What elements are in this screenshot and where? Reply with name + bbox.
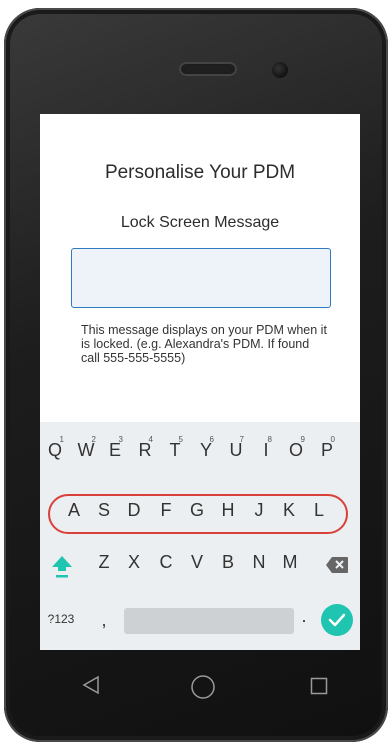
nav-back-icon[interactable] [82,675,100,700]
soft-keyboard: Q1 W2 E3 R4 T5 Y6 U7 I8 O9 P0 A S D F G … [40,422,360,650]
key-b[interactable]: B [220,552,236,573]
shift-icon[interactable] [50,554,74,580]
row-highlight-annotation [48,494,348,534]
nav-home-icon[interactable] [190,674,216,705]
comma-key[interactable]: , [98,610,110,631]
key-m[interactable]: M [281,552,299,573]
key-p[interactable]: P0 [319,435,335,461]
key-hint: 0 [330,435,335,444]
key-hint: 7 [239,435,244,444]
key-hint: 2 [91,435,96,444]
period-key[interactable]: . [298,606,310,627]
checkmark-icon [328,613,346,627]
keyboard-row-1: Q1 W2 E3 R4 T5 Y6 U7 I8 O9 P0 [40,435,360,468]
front-camera [272,62,288,78]
earpiece-speaker [179,62,237,76]
key-e[interactable]: E3 [107,435,123,461]
key-x[interactable]: X [126,552,142,573]
lock-screen-message-input[interactable] [71,248,331,308]
key-c[interactable]: C [158,552,174,573]
key-hint: 4 [148,435,153,444]
key-y[interactable]: Y6 [198,435,214,461]
key-q[interactable]: Q1 [46,435,64,461]
key-z[interactable]: Z [96,552,112,573]
app-screen: Personalise Your PDM Lock Screen Message… [40,114,360,650]
key-i[interactable]: I8 [260,435,272,461]
system-nav-bar [40,650,360,720]
key-w[interactable]: W2 [76,435,97,461]
key-t[interactable]: T5 [167,435,184,461]
done-button[interactable] [321,604,353,636]
space-bar[interactable] [124,608,294,634]
key-n[interactable]: N [251,552,267,573]
key-hint: 9 [300,435,305,444]
help-text: This message displays on your PDM when i… [81,323,327,365]
key-hint: 3 [118,435,123,444]
backspace-icon[interactable] [325,556,349,574]
lock-screen-message-label: Lock Screen Message [120,214,280,231]
keyboard-row-3: Z X C V B N M [40,552,360,580]
key-u[interactable]: U7 [228,435,245,461]
key-v[interactable]: V [189,552,205,573]
key-hint: 8 [267,435,272,444]
key-o[interactable]: O9 [287,435,305,461]
key-hint: 6 [209,435,214,444]
key-hint: 5 [178,435,183,444]
key-hint: 1 [59,435,64,444]
page-title: Personalise Your PDM [104,162,296,183]
nav-recents-icon[interactable] [310,677,328,700]
symbols-key[interactable]: ?123 [46,612,76,626]
key-r[interactable]: R4 [137,435,154,461]
